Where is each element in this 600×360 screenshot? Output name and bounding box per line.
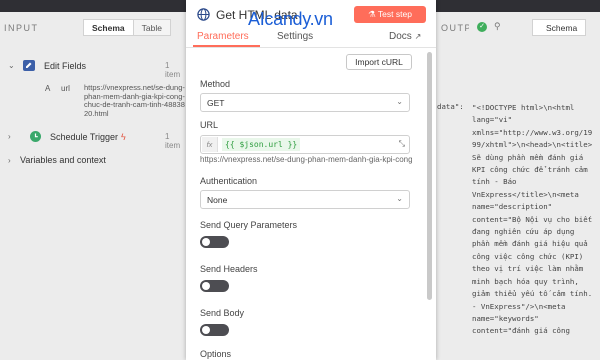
tree-node-label: Variables and context: [20, 155, 106, 165]
authentication-label: Authentication: [200, 176, 258, 186]
tab-schema-output[interactable]: Schema: [532, 19, 586, 36]
lightning-icon: ϟ: [121, 131, 126, 142]
send-body-label: Send Body: [200, 308, 245, 318]
expression-fx-icon: fx: [202, 137, 218, 152]
method-value: GET: [207, 98, 225, 108]
options-label: Options: [200, 349, 232, 359]
tab-schema[interactable]: Schema: [83, 19, 134, 36]
docs-link[interactable]: Docs ↗: [389, 31, 421, 42]
send-body-toggle[interactable]: [200, 324, 229, 336]
tree-node-label: Edit Fields: [44, 60, 87, 71]
url-input[interactable]: fx {{ $json.url }} ⤡: [200, 135, 410, 154]
docs-label: Docs: [389, 31, 412, 42]
output-key: data":: [437, 102, 464, 111]
tab-table[interactable]: Table: [133, 19, 171, 36]
item-count: 1 item: [165, 61, 181, 79]
test-step-button[interactable]: ⚗ Test step: [354, 6, 426, 23]
chevron-down-icon: ⌄: [396, 97, 403, 106]
chevron-down-icon: ⌄: [8, 61, 15, 70]
tree-node-schedule-trigger[interactable]: › Schedule Trigger ϟ: [8, 131, 126, 142]
tab-parameters[interactable]: Parameters: [197, 31, 249, 42]
import-curl-button[interactable]: Import cURL: [346, 54, 412, 70]
output-value[interactable]: "<!DOCTYPE html>\n<html lang="vi" xmlns=…: [472, 102, 596, 338]
url-expression: {{ $json.url }}: [222, 138, 301, 151]
success-check-icon: ✓: [477, 22, 487, 32]
tab-settings[interactable]: Settings: [277, 31, 313, 42]
input-panel-title: INPUT: [4, 23, 39, 33]
flask-icon: ⚗: [368, 9, 376, 19]
expand-icon[interactable]: ⤡: [399, 139, 405, 149]
watermark-logo: AIcandy.vn: [248, 9, 333, 29]
toggle-knob: [202, 238, 210, 246]
test-step-label: Test step: [377, 9, 412, 19]
clock-icon: [30, 131, 41, 142]
toggle-knob: [202, 326, 210, 334]
send-headers-toggle[interactable]: [200, 280, 229, 292]
chevron-right-icon: ›: [8, 155, 11, 165]
node-editor-modal: Get HTML data AIcandy.vn ⚗ Test step Par…: [186, 0, 436, 360]
toggle-knob: [202, 282, 210, 290]
url-resolved-preview: https://vnexpress.net/se-dung-phan-mem-d…: [200, 155, 412, 164]
method-select[interactable]: GET ⌄: [200, 93, 410, 112]
divider: [186, 47, 436, 48]
field-value[interactable]: https://vnexpress.net/se-dung-phan-mem-d…: [84, 83, 186, 118]
top-bar: [436, 0, 600, 12]
authentication-value: None: [207, 195, 228, 205]
url-label: URL: [200, 120, 219, 130]
field-name: url: [61, 84, 70, 93]
output-key-text: data: [437, 102, 455, 111]
input-panel: INPUT Schema Table ⌄ Edit Fields 1 item …: [0, 0, 186, 360]
top-bar: [0, 0, 186, 12]
external-link-icon: ↗: [414, 32, 422, 41]
pencil-icon: [23, 60, 35, 71]
item-count: 1 item: [165, 132, 181, 150]
globe-icon: [197, 8, 210, 21]
pin-icon[interactable]: ⚲: [494, 21, 501, 32]
method-label: Method: [200, 79, 231, 89]
string-type-icon: A: [45, 84, 51, 93]
send-query-toggle[interactable]: [200, 236, 229, 248]
authentication-select[interactable]: None ⌄: [200, 190, 410, 209]
send-headers-label: Send Headers: [200, 264, 258, 274]
output-panel-title: OUTPUT: [441, 23, 469, 33]
chevron-right-icon: ›: [8, 132, 11, 141]
tree-node-variables[interactable]: › Variables and context: [8, 155, 106, 165]
scrollbar[interactable]: [427, 52, 432, 300]
chevron-down-icon: ⌄: [396, 194, 403, 203]
tree-node-label: Schedule Trigger: [50, 131, 119, 142]
input-view-tabs: Schema Table: [83, 19, 186, 36]
tree-node-edit-fields[interactable]: ⌄ Edit Fields: [8, 60, 86, 71]
send-query-label: Send Query Parameters: [200, 220, 298, 230]
